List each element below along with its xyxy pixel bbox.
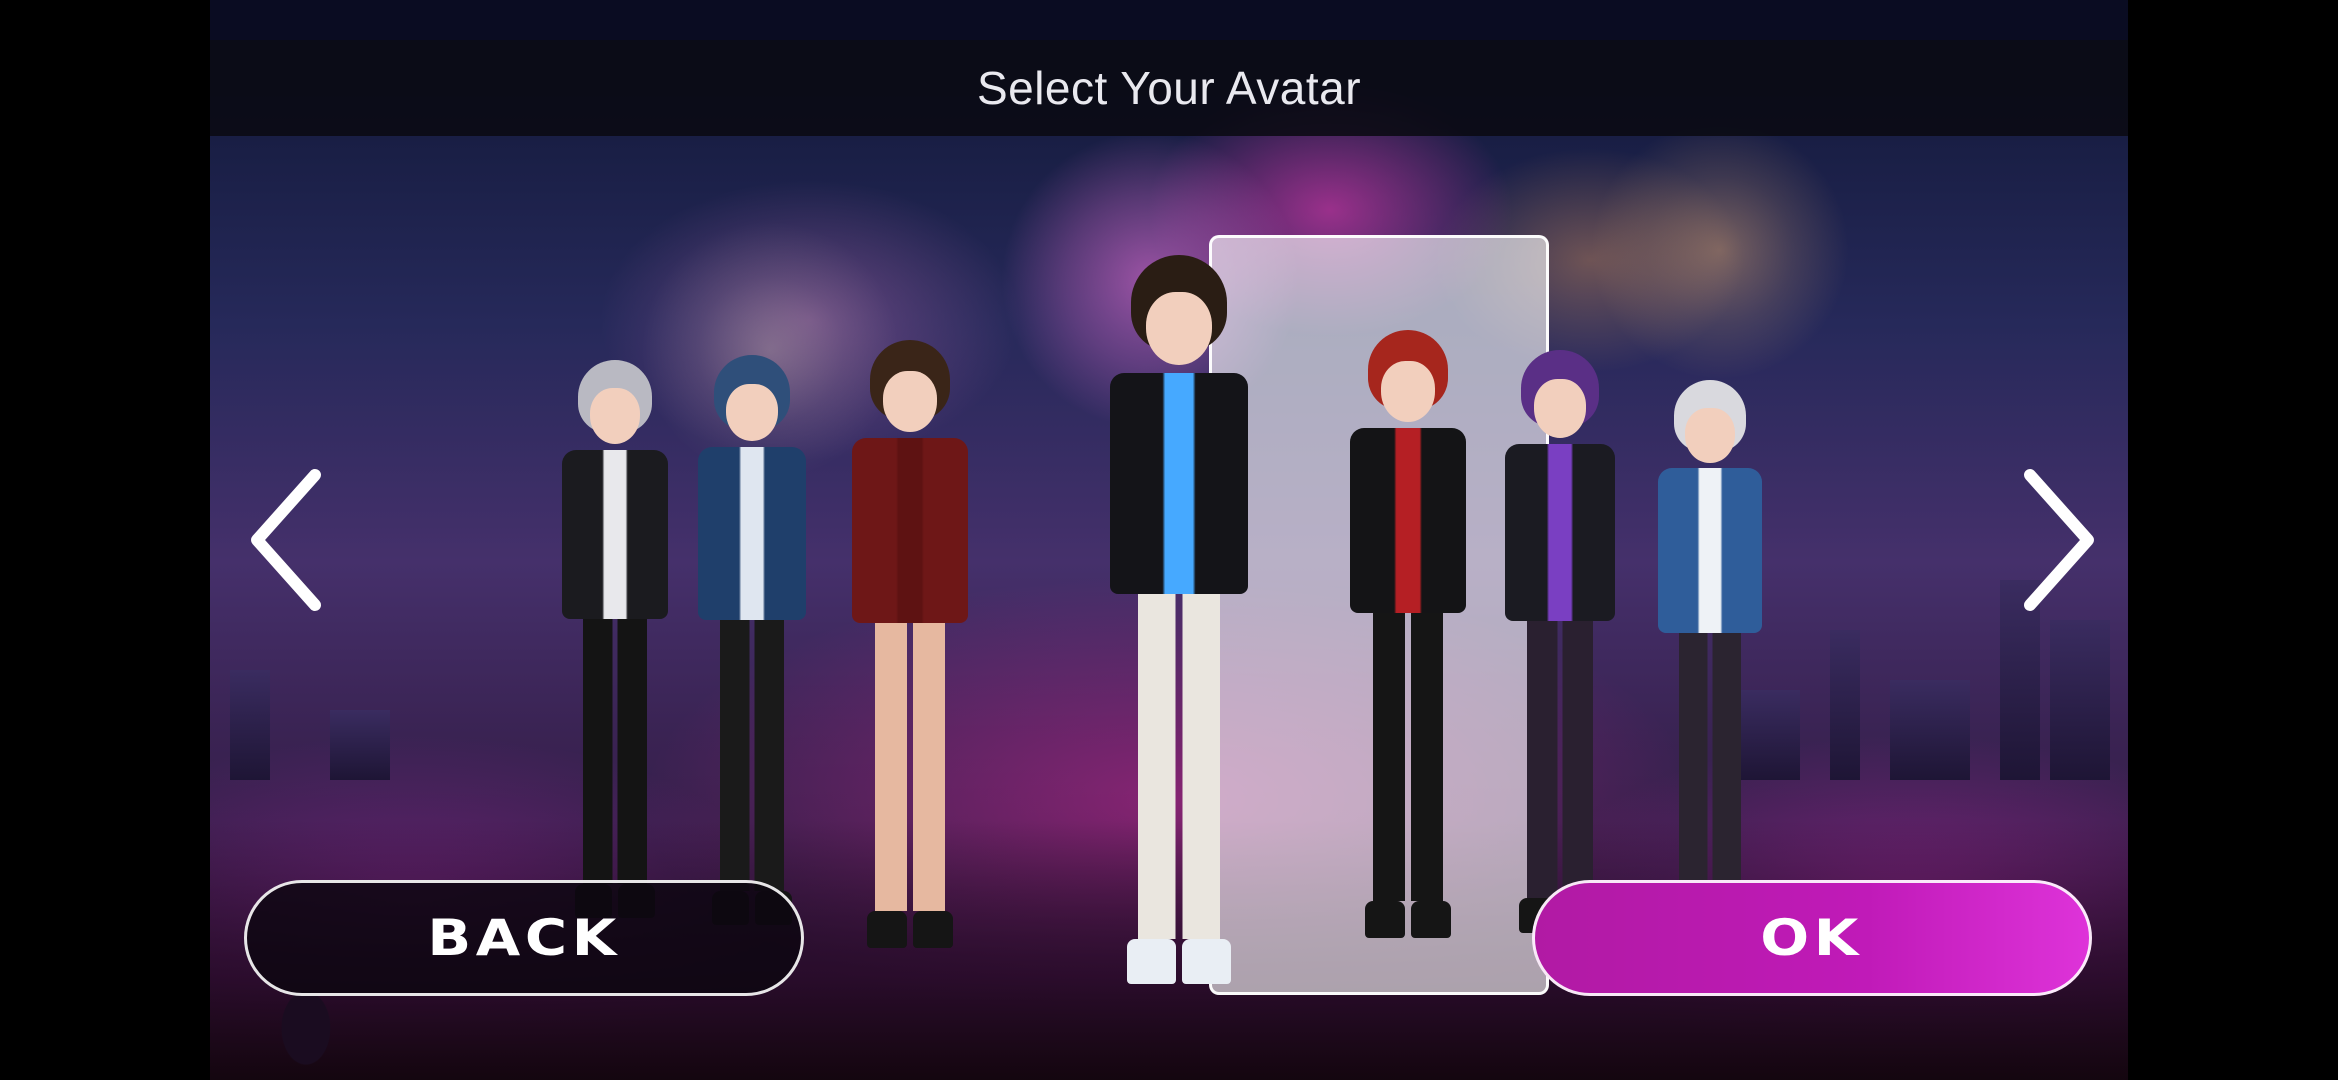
- page-title: Select Your Avatar: [976, 62, 1362, 114]
- next-avatar-button[interactable]: [2010, 465, 2100, 615]
- chevron-right-icon: [2024, 469, 2094, 611]
- avatar-outfit: [562, 450, 668, 620]
- avatar-shoe: [866, 911, 908, 949]
- avatar-legs: [1526, 620, 1594, 898]
- prev-avatar-button[interactable]: [245, 465, 335, 615]
- avatar-outfit: [1658, 468, 1762, 634]
- back-button-label: BACK: [427, 909, 621, 967]
- avatar-legs: [583, 619, 647, 884]
- game-scene: Select Your Avatar BACK OK: [210, 0, 2128, 1080]
- chevron-left-icon: [251, 469, 321, 611]
- avatar-purple-hair-girl[interactable]: [1491, 350, 1629, 939]
- avatar-face: [1685, 407, 1735, 463]
- avatar-outfit: [852, 438, 968, 623]
- avatar-outfit: [698, 447, 806, 620]
- title-bar: Select Your Avatar: [210, 40, 2128, 136]
- avatar-face: [589, 388, 641, 445]
- top-strip: [210, 0, 2128, 40]
- ok-button[interactable]: OK: [1532, 880, 2092, 996]
- avatar-brown-hair-girl[interactable]: [838, 340, 982, 954]
- avatar-shoe: [1410, 901, 1452, 939]
- avatar-curly-hair-boy[interactable]: [1093, 255, 1266, 991]
- avatar-legs: [1373, 612, 1443, 902]
- avatar-silver-hair-boy[interactable]: [549, 360, 681, 923]
- avatar-legs: [1137, 593, 1221, 940]
- avatar-face: [1146, 291, 1212, 366]
- avatar-red-hair-boy[interactable]: [1336, 330, 1480, 944]
- avatar-outfit: [1350, 428, 1466, 613]
- avatar-outfit: [1110, 372, 1248, 594]
- back-button[interactable]: BACK: [244, 880, 804, 996]
- avatar-face: [882, 370, 938, 433]
- avatar-outfit: [1504, 444, 1616, 621]
- avatar-face: [1380, 360, 1436, 423]
- avatar-legs: [719, 619, 785, 891]
- avatar-shoe: [1364, 901, 1406, 939]
- avatar-face: [726, 383, 778, 442]
- firework-decoration: [1590, 120, 1850, 380]
- ok-button-label: OK: [1760, 909, 1864, 967]
- avatar-blue-hair-girl[interactable]: [685, 355, 820, 931]
- avatar-face: [1533, 379, 1587, 439]
- avatar-legs: [875, 622, 945, 912]
- avatar-legs: [1679, 633, 1741, 892]
- avatar-shoe: [1182, 939, 1231, 984]
- avatar-shoe: [912, 911, 954, 949]
- avatar-shoe: [1127, 939, 1176, 984]
- avatar-white-hair-girl[interactable]: [1646, 380, 1775, 930]
